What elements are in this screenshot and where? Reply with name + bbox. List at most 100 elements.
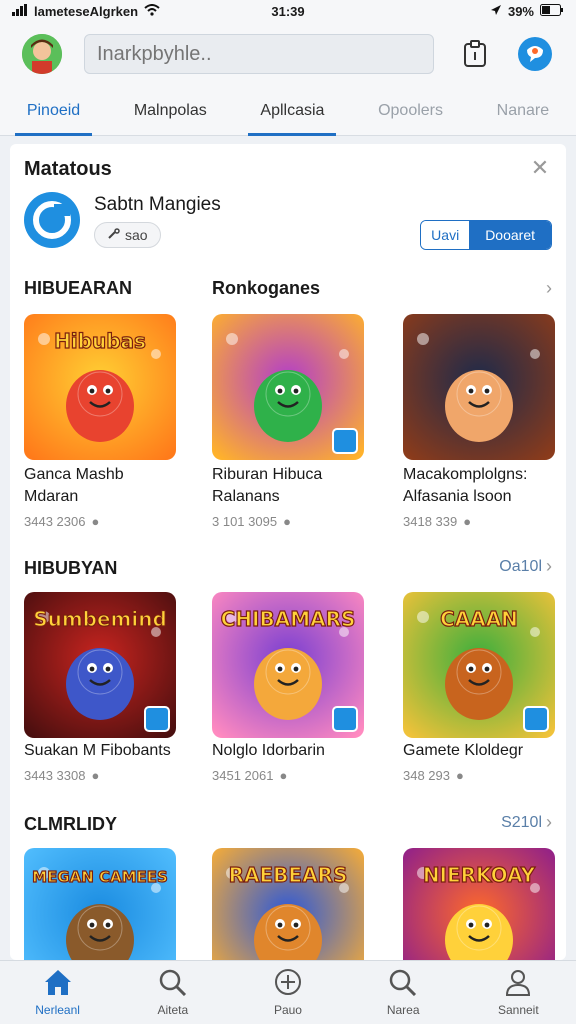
game-tile[interactable] bbox=[212, 314, 364, 460]
section-more-link[interactable]: Oa10l › bbox=[499, 556, 552, 577]
game-meta: 3 101 3095 bbox=[212, 514, 278, 529]
game-title[interactable]: Suakan M Fibobants bbox=[24, 740, 171, 762]
search-field[interactable] bbox=[84, 34, 434, 74]
pin-icon: ● bbox=[283, 514, 291, 529]
game-art-title: RAEBEARS bbox=[229, 863, 348, 887]
game-title[interactable]: Macakomplolgns: bbox=[403, 464, 528, 486]
chevron-right-icon: › bbox=[546, 556, 552, 576]
section-link-label: S210l bbox=[501, 813, 542, 831]
pin-icon: ● bbox=[279, 768, 288, 783]
search-icon bbox=[158, 968, 188, 999]
pin-icon: ● bbox=[91, 768, 100, 783]
link-icon bbox=[107, 227, 121, 243]
nav-label: Nerleanl bbox=[35, 1003, 80, 1017]
bottom-nav: Nerleanl Aiteta Pauo Narea Sanneit bbox=[0, 960, 576, 1024]
search-input[interactable] bbox=[97, 42, 421, 66]
game-meta: 3443 3308 bbox=[24, 768, 86, 783]
promo-action-group: Uavi Dooaret bbox=[420, 220, 552, 250]
category-tabs: Pinoeid Malnpolas Apllcasia Opoolers Nan… bbox=[0, 86, 576, 136]
chevron-right-icon: › bbox=[546, 278, 552, 298]
nav-label: Sanneit bbox=[497, 1003, 539, 1017]
game-art-title: CHIBAMARS bbox=[221, 607, 356, 631]
promo-app-logo bbox=[24, 192, 80, 248]
game-tile[interactable]: CHIBAMARS bbox=[212, 592, 364, 738]
nav-label: Pauo bbox=[273, 1003, 302, 1017]
game-meta: 3443 2306 bbox=[24, 514, 86, 529]
install-badge-icon bbox=[332, 706, 358, 732]
pin-icon: ● bbox=[91, 514, 100, 529]
game-tile[interactable] bbox=[403, 314, 555, 460]
tab-nanare[interactable]: Nanare bbox=[485, 86, 561, 136]
battery-percent: 39% bbox=[507, 3, 534, 19]
game-art: RAEBEARS bbox=[212, 848, 364, 960]
game-title[interactable]: Riburan Hibuca bbox=[212, 464, 322, 486]
nav-search[interactable]: Aiteta bbox=[125, 968, 221, 1017]
clipboard-icon[interactable] bbox=[456, 35, 494, 73]
promo-app-name: Sabtn Mangies bbox=[94, 194, 221, 215]
tab-malnpolas[interactable]: Malnpolas bbox=[122, 86, 219, 136]
nav-search-2[interactable]: Narea bbox=[355, 968, 451, 1017]
game-meta: 348 293 bbox=[403, 768, 450, 783]
game-art: Hibubas bbox=[24, 314, 176, 460]
nav-label: Narea bbox=[386, 1003, 420, 1017]
search-icon bbox=[388, 968, 418, 999]
install-badge-icon bbox=[144, 706, 170, 732]
chat-bubble-icon[interactable] bbox=[516, 35, 554, 73]
game-tile[interactable]: RAEBEARS bbox=[212, 848, 364, 960]
game-meta: 3451 2061 bbox=[212, 768, 274, 783]
section-title: HIBUBYAN bbox=[24, 558, 118, 578]
content-card: Matatous ✕ Sabtn Mangies sao Uavi Dooare… bbox=[10, 144, 566, 960]
avatar[interactable] bbox=[22, 34, 62, 74]
game-subtitle: Ralanans bbox=[212, 488, 280, 505]
pin-icon: ● bbox=[463, 514, 472, 529]
promo-chip[interactable]: sao bbox=[94, 222, 161, 248]
game-art-title: MEGAN CAMEES bbox=[32, 868, 168, 886]
tab-apllcasia[interactable]: Apllcasia bbox=[248, 86, 337, 136]
nav-label: Aiteta bbox=[157, 1003, 189, 1017]
game-art: MEGAN CAMEES bbox=[24, 848, 176, 960]
install-badge-icon bbox=[523, 706, 549, 732]
section-title-secondary: Ronkoganes bbox=[212, 278, 321, 298]
game-tile[interactable]: Hibubas bbox=[24, 314, 176, 460]
game-title[interactable]: Gamete Kloldegr bbox=[403, 740, 523, 762]
status-bar: lameteseAlgrken 31:39 39% bbox=[0, 0, 576, 22]
promo-title: Matatous bbox=[24, 158, 112, 180]
promo-chip-label: sao bbox=[125, 227, 148, 243]
game-art-title: NIERKOAY bbox=[423, 863, 536, 887]
game-tile[interactable]: NIERKOAY bbox=[403, 848, 555, 960]
game-title[interactable]: Nolglo Idorbarin bbox=[212, 740, 325, 762]
game-tile[interactable]: Sumbemind bbox=[24, 592, 176, 738]
nav-add[interactable]: Pauo bbox=[240, 968, 336, 1017]
close-icon[interactable]: ✕ bbox=[528, 156, 552, 180]
home-icon bbox=[43, 968, 73, 999]
pin-icon: ● bbox=[456, 768, 464, 783]
game-meta: 3418 339 bbox=[403, 514, 458, 529]
chevron-right-icon: › bbox=[546, 812, 552, 832]
install-badge-icon bbox=[332, 428, 358, 454]
promo-primary-button[interactable]: Dooaret bbox=[469, 221, 551, 249]
section-link-label: Oa10l bbox=[499, 557, 542, 575]
game-subtitle: Mdaran bbox=[24, 488, 79, 505]
game-subtitle: Alfasania lsoon bbox=[403, 488, 512, 505]
section-title: CLMRLIDY bbox=[24, 814, 117, 834]
game-tile[interactable]: MEGAN CAMEES bbox=[24, 848, 176, 960]
signal-icon bbox=[12, 3, 28, 19]
game-art-title: CAAAN bbox=[440, 607, 518, 631]
carrier-name: lameteseAlgrken bbox=[34, 3, 139, 19]
section-more-link[interactable]: S210l › bbox=[501, 812, 552, 833]
game-art-title: Hibubas bbox=[54, 329, 146, 353]
game-art: NIERKOAY bbox=[403, 848, 555, 960]
search-header bbox=[0, 22, 576, 86]
battery-icon bbox=[540, 3, 564, 19]
promo-secondary-button[interactable]: Uavi bbox=[421, 221, 470, 249]
game-art bbox=[403, 314, 555, 460]
game-tile[interactable]: CAAAN bbox=[403, 592, 555, 738]
section-more-link[interactable]: › bbox=[546, 278, 552, 299]
nav-home[interactable]: Nerleanl bbox=[10, 968, 106, 1017]
nav-profile[interactable]: Sanneit bbox=[470, 968, 566, 1017]
location-icon bbox=[490, 4, 502, 19]
game-title[interactable]: Ganca Mashb bbox=[24, 464, 124, 486]
tab-pinoeid[interactable]: Pinoeid bbox=[14, 86, 93, 136]
game-art-title: Sumbemind bbox=[33, 607, 167, 631]
tab-opoolers[interactable]: Opoolers bbox=[366, 86, 455, 136]
